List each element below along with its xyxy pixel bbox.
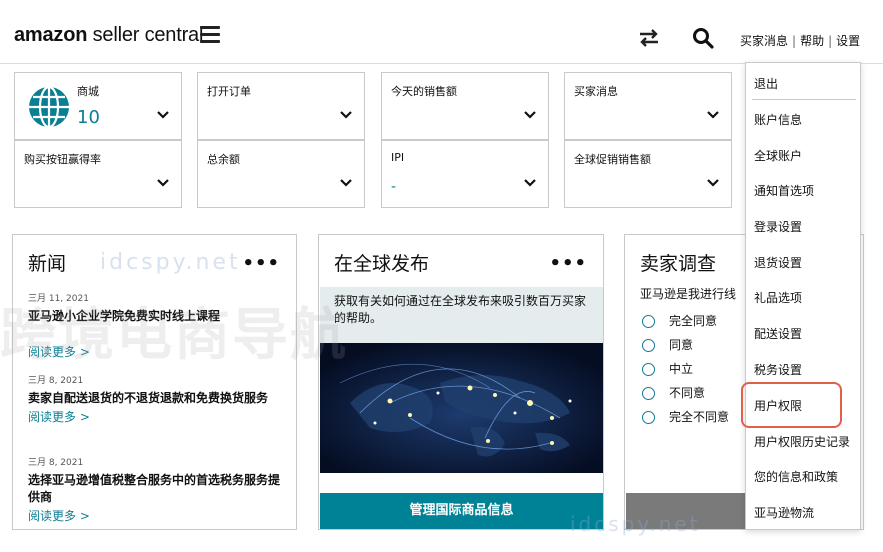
widget-label: 买家消息 — [574, 85, 618, 98]
more-options-icon[interactable]: ••• — [242, 253, 280, 274]
menu-item-fulfillment-by-amazon[interactable]: 亚马逊物流 — [754, 504, 814, 521]
survey-option[interactable]: 不同意 — [642, 384, 705, 401]
widget-label: 今天的销售额 — [391, 85, 457, 98]
survey-option[interactable]: 中立 — [642, 360, 693, 377]
news-date: 三月 8, 2021 — [28, 458, 84, 468]
link-buyer-messages[interactable]: 买家消息 — [740, 34, 788, 48]
survey-question: 亚马逊是我进行线 — [640, 287, 737, 301]
globe-icon — [29, 85, 69, 129]
chevron-down-icon[interactable] — [157, 179, 169, 187]
widget-today-sales[interactable]: 今天的销售额 — [381, 72, 549, 140]
widget-marketplace[interactable]: 商城 10 — [14, 72, 182, 140]
widget-label: 总余额 — [207, 153, 240, 166]
read-more-link[interactable]: 阅读更多 > — [28, 343, 283, 360]
widget-ipi[interactable]: IPI - — [381, 140, 549, 208]
menu-item-login-settings[interactable]: 登录设置 — [754, 218, 802, 235]
search-icon[interactable] — [692, 27, 714, 49]
link-help[interactable]: 帮助 — [800, 34, 824, 48]
news-headline[interactable]: 选择亚马逊增值税整合服务中的首选税务服务提供商 — [28, 472, 283, 506]
top-header: amazon seller central 买家消息 | 帮助 | 设置 — [0, 0, 883, 64]
chevron-down-icon[interactable] — [340, 111, 352, 119]
settings-dropdown-menu: 退出 账户信息 全球账户 通知首选项 登录设置 退货设置 礼品选项 配送设置 税… — [745, 62, 861, 530]
menu-item-logout[interactable]: 退出 — [754, 75, 778, 92]
widget-open-orders[interactable]: 打开订单 — [197, 72, 365, 140]
radio-button[interactable] — [642, 387, 655, 400]
world-network-image — [320, 343, 603, 473]
news-card: 新闻 ••• 三月 11, 2021 亚马逊小企业学院免费实时线上课程 阅读更多… — [12, 234, 297, 530]
widget-buyer-messages[interactable]: 买家消息 — [564, 72, 732, 140]
widget-value: 10 — [77, 107, 100, 128]
read-more-link[interactable]: 阅读更多 > — [28, 408, 283, 425]
menu-divider — [752, 99, 856, 100]
menu-item-tax-settings[interactable]: 税务设置 — [754, 361, 802, 378]
global-description: 获取有关如何通过在全球发布来吸引数百万买家的帮助。 — [320, 287, 603, 343]
radio-button[interactable] — [642, 315, 655, 328]
news-headline[interactable]: 卖家自配送退货的不退货退款和免费换货服务 — [28, 390, 283, 407]
widget-value: - — [391, 179, 397, 195]
survey-submit-button[interactable] — [626, 493, 756, 529]
radio-button[interactable] — [642, 411, 655, 424]
amazon-seller-central-logo[interactable]: amazon seller central — [14, 24, 203, 47]
manage-international-listings-button[interactable]: 管理国际商品信息 — [320, 493, 603, 529]
card-title: 卖家调查 — [640, 253, 717, 275]
widget-label: IPI — [391, 151, 405, 164]
menu-item-gift-options[interactable]: 礼品选项 — [754, 289, 802, 306]
widget-global-promo-sales[interactable]: 全球促销销售额 — [564, 140, 732, 208]
news-item: 三月 8, 2021 选择亚马逊增值税整合服务中的首选税务服务提供商 阅读更多 … — [28, 455, 283, 524]
widget-label: 全球促销销售额 — [574, 153, 651, 166]
link-settings[interactable]: 设置 — [836, 34, 860, 48]
menu-item-user-permissions-history[interactable]: 用户权限历史记录 — [754, 433, 850, 450]
chevron-down-icon[interactable] — [524, 179, 536, 187]
top-links: 买家消息 | 帮助 | 设置 — [740, 34, 861, 48]
menu-item-shipping-settings[interactable]: 配送设置 — [754, 325, 802, 342]
radio-button[interactable] — [642, 363, 655, 376]
widget-buy-box-rate[interactable]: 购买按钮赢得率 — [14, 140, 182, 208]
highlight-box — [741, 382, 842, 428]
menu-item-return-settings[interactable]: 退货设置 — [754, 254, 802, 271]
chevron-down-icon[interactable] — [524, 111, 536, 119]
survey-option[interactable]: 完全不同意 — [642, 408, 729, 425]
news-item: 三月 8, 2021 卖家自配送退货的不退货退款和免费换货服务 阅读更多 > — [28, 373, 283, 425]
chevron-down-icon[interactable] — [340, 179, 352, 187]
more-options-icon[interactable]: ••• — [549, 253, 587, 274]
menu-item-account-info[interactable]: 账户信息 — [754, 111, 802, 128]
card-title: 新闻 — [28, 253, 67, 275]
news-item: 三月 11, 2021 亚马逊小企业学院免费实时线上课程 阅读更多 > — [28, 291, 283, 360]
widget-label: 购买按钮赢得率 — [24, 153, 101, 166]
widget-total-balance[interactable]: 总余额 — [197, 140, 365, 208]
widget-label: 打开订单 — [207, 85, 251, 98]
global-selling-card: 在全球发布 ••• 获取有关如何通过在全球发布来吸引数百万买家的帮助。 管理国际… — [318, 234, 604, 530]
survey-option[interactable]: 同意 — [642, 336, 693, 353]
chevron-down-icon[interactable] — [707, 111, 719, 119]
news-date: 三月 11, 2021 — [28, 294, 89, 304]
news-headline[interactable]: 亚马逊小企业学院免费实时线上课程 — [28, 308, 283, 325]
radio-button[interactable] — [642, 339, 655, 352]
chevron-down-icon[interactable] — [707, 179, 719, 187]
swap-arrows-icon[interactable] — [638, 28, 660, 48]
survey-option[interactable]: 完全同意 — [642, 312, 717, 329]
menu-item-your-info-and-policies[interactable]: 您的信息和政策 — [754, 468, 838, 485]
menu-item-global-accounts[interactable]: 全球账户 — [754, 147, 802, 164]
news-date: 三月 8, 2021 — [28, 376, 84, 386]
widget-label: 商城 — [77, 85, 99, 98]
chevron-down-icon[interactable] — [157, 111, 169, 119]
read-more-link[interactable]: 阅读更多 > — [28, 507, 283, 524]
card-title: 在全球发布 — [334, 253, 430, 275]
hamburger-menu-icon[interactable] — [200, 26, 220, 44]
menu-item-notification-preferences[interactable]: 通知首选项 — [754, 182, 814, 199]
